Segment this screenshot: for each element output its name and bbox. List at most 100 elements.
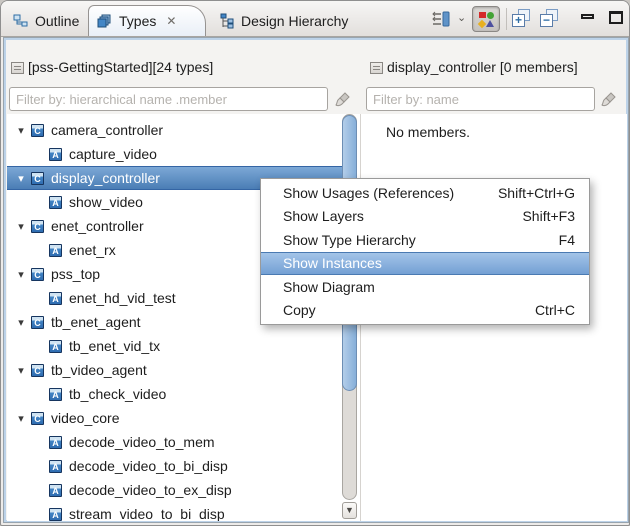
expander-icon[interactable]: ▾	[11, 316, 31, 329]
left-panel-title: [pss-GettingStarted][24 types]	[28, 59, 214, 75]
type-kind-filter-button[interactable]	[472, 6, 500, 32]
menu-item-show-type-hierarchy[interactable]: Show Type Hierarchy F4	[261, 228, 589, 252]
scrollbar-down-arrow-icon[interactable]: ▼	[342, 502, 357, 519]
tree-item-tb_video_agent[interactable]: ▾ Ctb_video_agent	[7, 358, 337, 382]
menu-item-label: Show Type Hierarchy	[283, 231, 416, 248]
tree-item-decode_video_to_mem[interactable]: Adecode_video_to_mem	[7, 430, 337, 454]
component-icon: C	[31, 363, 44, 377]
minimize-icon	[581, 14, 594, 19]
clear-filter-brush-icon[interactable]	[334, 90, 352, 108]
tree-item-label: stream_video_to_bi_disp	[69, 506, 225, 521]
component-icon: C	[31, 315, 44, 329]
green-circle-icon	[487, 12, 494, 19]
menu-item-label: Copy	[283, 302, 316, 319]
tree-item-camera_controller[interactable]: ▾ Ccamera_controller	[7, 118, 337, 142]
tree-item-label: enet_rx	[69, 242, 116, 258]
tab-design-hierarchy[interactable]: Design Hierarchy	[211, 5, 356, 36]
component-icon: C	[31, 123, 44, 137]
expand-all-icon: +	[512, 9, 530, 27]
component-icon: C	[31, 267, 44, 281]
expander-icon[interactable]: ▾	[11, 124, 31, 137]
tree-item-decode_video_to_bi_disp[interactable]: Adecode_video_to_bi_disp	[7, 454, 337, 478]
tree-item-label: enet_controller	[51, 218, 144, 234]
maximize-button[interactable]	[609, 11, 623, 24]
menu-item-shortcut: Ctrl+C	[534, 302, 575, 319]
context-menu: Show Usages (References) Shift+Ctrl+G Show…	[260, 178, 590, 325]
action-icon: A	[49, 291, 62, 305]
menu-item-label: Show Usages (References)	[283, 184, 455, 201]
design-hierarchy-icon	[220, 13, 234, 28]
tree-item-decode_video_to_ex_disp[interactable]: Adecode_video_to_ex_disp	[7, 478, 337, 502]
toolbar-separator	[506, 8, 507, 30]
types-view-window: Outline Types ✕ Design Hierarchy ⌄ + − […	[0, 0, 630, 526]
tree-item-video_core[interactable]: ▾ Cvideo_core	[7, 406, 337, 430]
tree-item-tb_check_video[interactable]: Atb_check_video	[7, 382, 337, 406]
view-menu-button[interactable]	[431, 10, 451, 28]
red-square-icon	[479, 12, 486, 18]
collapse-all-icon: −	[540, 9, 558, 27]
menu-item-label: Show Diagram	[283, 278, 375, 295]
menu-item-shortcut: F4	[558, 231, 575, 248]
maximize-icon	[609, 11, 623, 24]
menu-item-label: Show Layers	[283, 208, 364, 225]
tree-item-label: tb_check_video	[69, 386, 167, 402]
action-icon: A	[49, 147, 62, 161]
clear-member-filter-brush-icon[interactable]	[600, 90, 618, 108]
action-icon: A	[49, 459, 62, 473]
menu-item-shortcut: Shift+F3	[522, 208, 575, 225]
action-icon: A	[49, 435, 62, 449]
expander-icon[interactable]: ▾	[11, 268, 31, 281]
layout-options-icon	[432, 11, 450, 27]
menu-item-show-diagram[interactable]: Show Diagram	[261, 275, 589, 299]
action-icon: A	[49, 507, 62, 521]
empty-members-text: No members.	[386, 124, 471, 140]
menu-item-label: Show Instances	[283, 255, 382, 272]
action-icon: A	[49, 387, 62, 401]
menu-item-show-layers[interactable]: Show Layers Shift+F3	[261, 205, 589, 229]
tree-item-label: tb_video_agent	[51, 362, 147, 378]
tab-design-hierarchy-label: Design Hierarchy	[241, 12, 349, 29]
tree-item-label: display_controller	[51, 170, 160, 186]
action-icon: A	[49, 243, 62, 257]
tree-item-label: tb_enet_agent	[51, 314, 141, 330]
tree-item-label: video_core	[51, 410, 120, 426]
expander-icon[interactable]: ▾	[11, 412, 31, 425]
tab-outline[interactable]: Outline	[5, 5, 87, 36]
tree-item-stream_video_to_bi_disp[interactable]: Astream_video_to_bi_disp	[7, 502, 337, 521]
expander-icon[interactable]: ▾	[11, 364, 31, 377]
tab-bar: Outline Types ✕ Design Hierarchy ⌄ + −	[1, 1, 629, 37]
member-filter-input[interactable]	[366, 87, 595, 111]
outline-icon	[13, 14, 28, 26]
tree-item-tb_enet_vid_tx[interactable]: Atb_enet_vid_tx	[7, 334, 337, 358]
collapse-all-button[interactable]: −	[540, 9, 558, 27]
right-panel-title: display_controller [0 members]	[387, 59, 578, 75]
expand-all-button[interactable]: +	[512, 9, 530, 27]
minimize-button[interactable]	[581, 14, 594, 19]
action-icon: A	[49, 483, 62, 497]
menu-item-show-usages-references[interactable]: Show Usages (References) Shift+Ctrl+G	[261, 181, 589, 205]
type-filter-input[interactable]	[9, 87, 328, 111]
tree-item-label: decode_video_to_ex_disp	[69, 482, 232, 498]
tree-item-label: decode_video_to_mem	[69, 434, 215, 450]
types-list-icon	[11, 62, 24, 74]
chevron-down-icon[interactable]: ⌄	[457, 11, 466, 24]
types-icon	[97, 14, 111, 28]
component-icon: C	[31, 411, 44, 425]
tree-item-label: show_video	[69, 194, 143, 210]
component-icon: C	[31, 171, 44, 185]
members-list-icon	[370, 62, 383, 74]
tab-types[interactable]: Types ✕	[88, 5, 206, 36]
tree-item-capture_video[interactable]: Acapture_video	[7, 142, 337, 166]
yellow-diamond-icon	[477, 19, 487, 29]
menu-item-show-instances[interactable]: Show Instances	[261, 251, 589, 275]
close-icon[interactable]: ✕	[166, 14, 176, 28]
tab-types-label: Types	[119, 13, 157, 29]
expander-icon[interactable]: ▾	[11, 220, 31, 233]
expander-icon[interactable]: ▾	[11, 172, 31, 185]
tree-item-label: decode_video_to_bi_disp	[69, 458, 228, 474]
tree-item-label: capture_video	[69, 146, 157, 162]
tree-item-label: tb_enet_vid_tx	[69, 338, 161, 354]
menu-item-copy[interactable]: Copy Ctrl+C	[261, 299, 589, 323]
tab-outline-label: Outline	[35, 12, 80, 29]
menu-item-shortcut: Shift+Ctrl+G	[497, 184, 575, 201]
